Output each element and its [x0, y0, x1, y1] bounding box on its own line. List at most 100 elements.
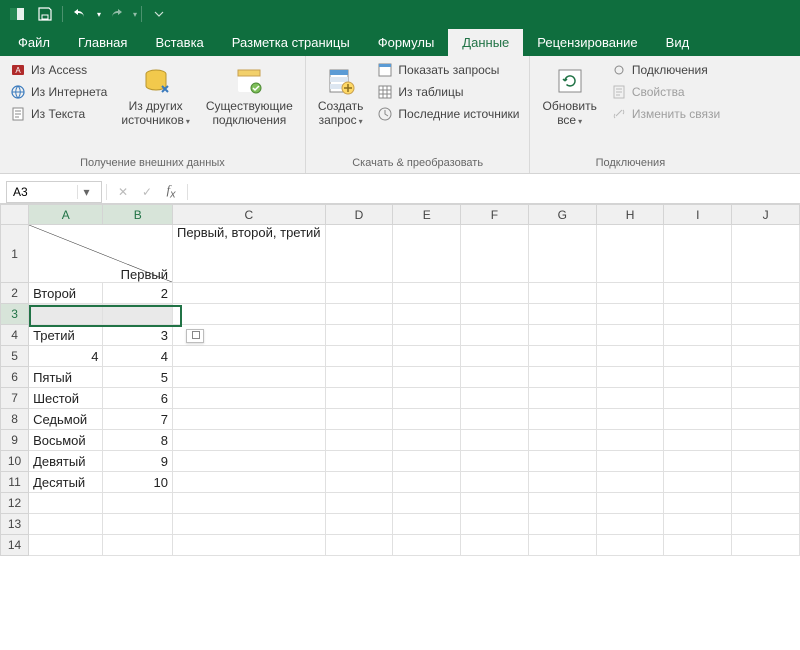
cell-I8[interactable] — [664, 409, 732, 430]
cell-H12[interactable] — [596, 493, 664, 514]
cell-J13[interactable] — [732, 514, 800, 535]
namebox-dropdown-icon[interactable]: ▾ — [77, 185, 95, 199]
from-access-button[interactable]: A Из Access — [6, 60, 111, 80]
cell-D12[interactable] — [325, 493, 393, 514]
cell-G9[interactable] — [528, 430, 596, 451]
cell-G12[interactable] — [528, 493, 596, 514]
cell-H3[interactable] — [596, 304, 664, 325]
cell-A4[interactable]: Третий — [29, 325, 103, 346]
cell-B7[interactable]: 6 — [103, 388, 173, 409]
cell-D13[interactable] — [325, 514, 393, 535]
cell-D11[interactable] — [325, 472, 393, 493]
cell-A11[interactable]: Десятый — [29, 472, 103, 493]
cell-D14[interactable] — [325, 535, 393, 556]
cell-F3[interactable] — [461, 304, 529, 325]
select-all-corner[interactable] — [1, 205, 29, 225]
cell-F8[interactable] — [461, 409, 529, 430]
tab-insert[interactable]: Вставка — [141, 29, 217, 56]
tab-formulas[interactable]: Формулы — [364, 29, 449, 56]
cell-C12[interactable] — [172, 493, 325, 514]
cell-J5[interactable] — [732, 346, 800, 367]
cell-I11[interactable] — [664, 472, 732, 493]
save-icon[interactable] — [32, 2, 58, 26]
cell-G3[interactable] — [528, 304, 596, 325]
cell-C8[interactable] — [172, 409, 325, 430]
cell-H2[interactable] — [596, 283, 664, 304]
recent-sources-button[interactable]: Последние источники — [373, 104, 523, 124]
cell-C2[interactable] — [172, 283, 325, 304]
col-header-E[interactable]: E — [393, 205, 461, 225]
cell-D2[interactable] — [325, 283, 393, 304]
cell-F5[interactable] — [461, 346, 529, 367]
enter-formula-icon[interactable]: ✓ — [135, 181, 159, 203]
cell-I1[interactable] — [664, 225, 732, 283]
insert-options-icon[interactable] — [186, 329, 204, 343]
cell-E2[interactable] — [393, 283, 461, 304]
cell-J14[interactable] — [732, 535, 800, 556]
cell-A6[interactable]: Пятый — [29, 367, 103, 388]
edit-links-button[interactable]: Изменить связи — [607, 104, 724, 124]
row-header-10[interactable]: 10 — [1, 451, 29, 472]
cell-E9[interactable] — [393, 430, 461, 451]
other-sources-button[interactable]: Из других источников▾ — [115, 60, 196, 132]
cell-I13[interactable] — [664, 514, 732, 535]
cell-B13[interactable] — [103, 514, 173, 535]
formula-input[interactable] — [192, 182, 800, 202]
cell-J8[interactable] — [732, 409, 800, 430]
cell-E5[interactable] — [393, 346, 461, 367]
row-header-13[interactable]: 13 — [1, 514, 29, 535]
col-header-A[interactable]: A — [29, 205, 103, 225]
redo-dropdown-icon[interactable]: ▾ — [133, 10, 137, 19]
cell-B8[interactable]: 7 — [103, 409, 173, 430]
cell-E11[interactable] — [393, 472, 461, 493]
row-header-5[interactable]: 5 — [1, 346, 29, 367]
cell-H4[interactable] — [596, 325, 664, 346]
cell-A1B1[interactable]: Первый — [29, 225, 173, 283]
cell-H10[interactable] — [596, 451, 664, 472]
cell-I3[interactable] — [664, 304, 732, 325]
cell-I7[interactable] — [664, 388, 732, 409]
cell-E13[interactable] — [393, 514, 461, 535]
name-box[interactable]: ▾ — [6, 181, 102, 203]
cell-C7[interactable] — [172, 388, 325, 409]
row-header-2[interactable]: 2 — [1, 283, 29, 304]
cell-J4[interactable] — [732, 325, 800, 346]
cell-H9[interactable] — [596, 430, 664, 451]
redo-icon[interactable] — [103, 2, 129, 26]
qat-customize-icon[interactable] — [146, 2, 172, 26]
cell-A5[interactable]: 4 — [29, 346, 103, 367]
row-header-3[interactable]: 3 — [1, 304, 29, 325]
cell-B6[interactable]: 5 — [103, 367, 173, 388]
col-header-I[interactable]: I — [664, 205, 732, 225]
cell-E4[interactable] — [393, 325, 461, 346]
cell-F10[interactable] — [461, 451, 529, 472]
cell-B9[interactable]: 8 — [103, 430, 173, 451]
cell-H5[interactable] — [596, 346, 664, 367]
cell-B3[interactable] — [103, 304, 173, 325]
cell-D8[interactable] — [325, 409, 393, 430]
cell-G4[interactable] — [528, 325, 596, 346]
cell-D1[interactable] — [325, 225, 393, 283]
col-header-J[interactable]: J — [732, 205, 800, 225]
cell-C9[interactable] — [172, 430, 325, 451]
cell-B4[interactable]: 3 — [103, 325, 173, 346]
cell-C3[interactable] — [172, 304, 325, 325]
cell-D10[interactable] — [325, 451, 393, 472]
cell-C5[interactable] — [172, 346, 325, 367]
cell-E10[interactable] — [393, 451, 461, 472]
cell-J12[interactable] — [732, 493, 800, 514]
row-header-7[interactable]: 7 — [1, 388, 29, 409]
cell-E6[interactable] — [393, 367, 461, 388]
cell-G14[interactable] — [528, 535, 596, 556]
cell-J10[interactable] — [732, 451, 800, 472]
cell-I14[interactable] — [664, 535, 732, 556]
cell-J11[interactable] — [732, 472, 800, 493]
cell-A7[interactable]: Шестой — [29, 388, 103, 409]
cell-E8[interactable] — [393, 409, 461, 430]
connections-button[interactable]: Подключения — [607, 60, 724, 80]
undo-dropdown-icon[interactable]: ▾ — [97, 10, 101, 19]
cell-F2[interactable] — [461, 283, 529, 304]
cell-I5[interactable] — [664, 346, 732, 367]
cell-E12[interactable] — [393, 493, 461, 514]
cell-I4[interactable] — [664, 325, 732, 346]
